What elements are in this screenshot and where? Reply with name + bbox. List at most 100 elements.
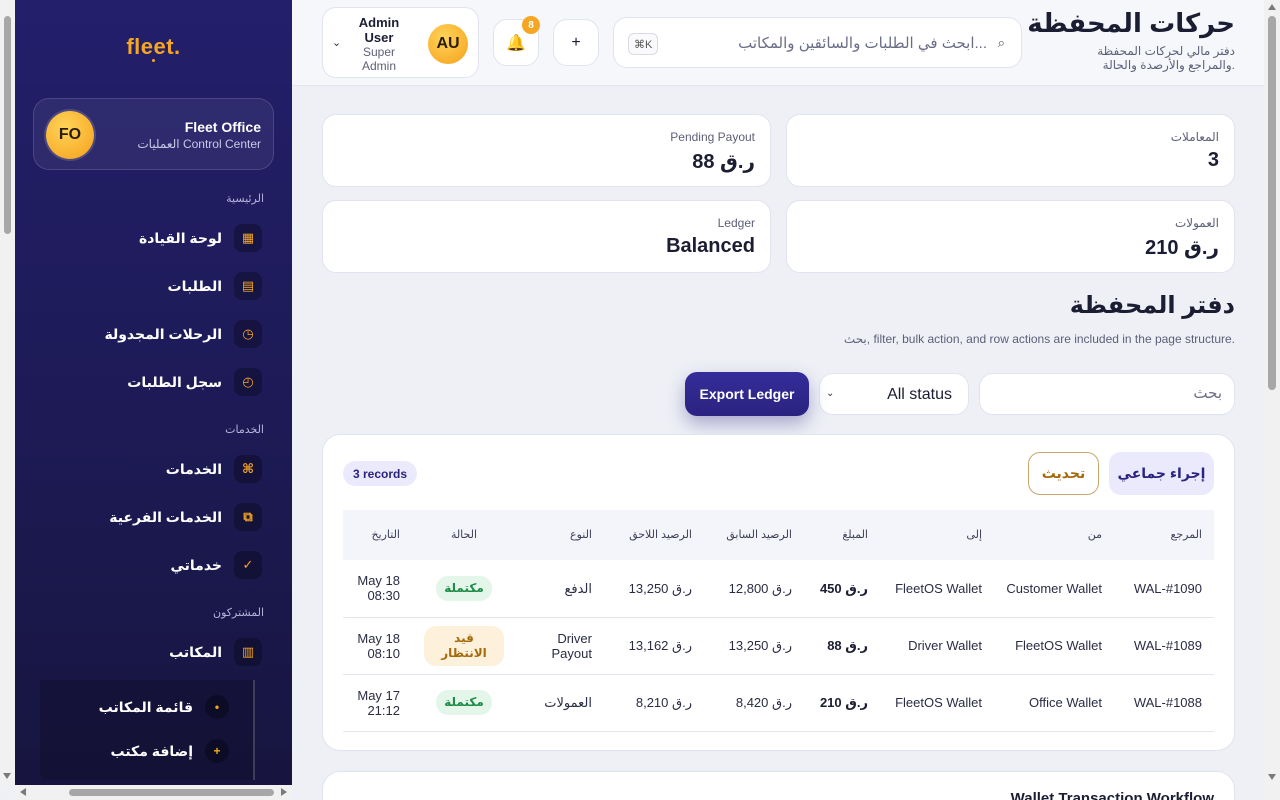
cell-balance-before: ر.ق 13,250: [704, 617, 804, 675]
user-menu[interactable]: AU Admin User Super Admin ⌄: [322, 7, 479, 78]
status-filter-value: All status: [887, 386, 952, 403]
office-switcher[interactable]: FO Fleet Office العمليات Control Center: [33, 98, 274, 170]
bulk-action-button[interactable]: إجراء جماعي: [1109, 452, 1214, 495]
column-header[interactable]: من: [994, 510, 1114, 560]
cell-reference: WAL-#1090: [1114, 560, 1214, 618]
sidebar-subitem-office-list[interactable]: قائمة المكاتب •: [99, 695, 229, 719]
sidebar-subitem-add-office[interactable]: إضافة مكتب +: [111, 739, 229, 763]
copy-icon: ⧉: [234, 503, 262, 531]
sidebar-item-label: الخدمات: [165, 460, 222, 477]
cell-type: Driver Payout: [516, 617, 604, 675]
ledger-table: المرجع من إلى المبلغ الرصيد السابق الرصي…: [343, 510, 1214, 732]
dashboard-icon: ▦: [234, 224, 262, 252]
ledger-title: دفتر المحفظة: [1069, 292, 1235, 319]
column-header[interactable]: الرصيد اللاحق: [604, 510, 704, 560]
workflow-card: Wallet Transaction Workflow: [322, 771, 1235, 800]
sidebar-scroll-thumb[interactable]: [4, 16, 11, 234]
stat-card-ledger: Ledger Balanced: [322, 200, 771, 273]
logo-dot: [152, 59, 155, 62]
export-ledger-button[interactable]: Export Ledger: [685, 372, 809, 416]
add-button[interactable]: +: [553, 19, 599, 66]
scroll-left-arrow[interactable]: [20, 788, 26, 796]
notifications-button[interactable]: 🔔 8: [493, 16, 540, 66]
sidebar-scrollbar[interactable]: [0, 0, 15, 785]
sidebar-item-sub-services[interactable]: الخدمات الفرعية ⧉: [109, 503, 262, 531]
column-header[interactable]: إلى: [880, 510, 994, 560]
column-header[interactable]: التاريخ: [343, 510, 412, 560]
stat-label: المعاملات: [1170, 130, 1219, 144]
cell-balance-after: ر.ق 13,162: [604, 617, 704, 675]
horizontal-scroll-thumb[interactable]: [69, 789, 274, 796]
global-search-input[interactable]: ⌘K ابحث في الطلبات والسائقين والمكاتب...…: [613, 17, 1022, 68]
scroll-down-arrow[interactable]: [3, 773, 11, 779]
status-badge: قيد الانتظار: [424, 625, 504, 666]
section-label-subscribers: المشتركون: [213, 607, 264, 619]
column-header[interactable]: المبلغ: [804, 510, 880, 560]
horizontal-scrollbar[interactable]: [15, 785, 292, 800]
page-scrollbar[interactable]: [1264, 0, 1280, 800]
table-row[interactable]: WAL-#1088 Office Wallet FleetOS Wallet ر…: [343, 674, 1214, 732]
cell-amount: ر.ق 88: [804, 617, 880, 675]
column-header[interactable]: المرجع: [1114, 510, 1214, 560]
cell-from: Office Wallet: [994, 674, 1114, 732]
page-title: حركات المحفظة: [1027, 8, 1235, 38]
ledger-table-card: إجراء جماعي تحديث 3 records المرجع من إل…: [322, 434, 1235, 751]
sidebar-item-orders[interactable]: الطلبات ▤: [168, 272, 262, 300]
main-content: حركات المحفظة دفتر مالي لحركات المحفظة و…: [292, 0, 1264, 800]
refresh-button[interactable]: تحديث: [1028, 452, 1099, 495]
ledger-search-input[interactable]: بحث: [979, 373, 1235, 415]
fleet-logo[interactable]: fleet.: [15, 34, 292, 62]
scroll-right-arrow[interactable]: [281, 788, 287, 796]
table-row[interactable]: WAL-#1090 Customer Wallet FleetOS Wallet…: [343, 560, 1214, 618]
sidebar-item-services[interactable]: الخدمات ⌘: [166, 455, 262, 483]
orders-icon: ▤: [234, 272, 262, 300]
scroll-down-arrow[interactable]: [1268, 774, 1276, 780]
sidebar-item-my-services[interactable]: خدماتي ✓: [170, 551, 262, 579]
sidebar-item-label: الطلبات: [167, 277, 222, 294]
sidebar-item-label: الرحلات المجدولة: [104, 325, 222, 342]
column-header[interactable]: النوع: [516, 510, 604, 560]
column-header[interactable]: الرصيد السابق: [704, 510, 804, 560]
building-icon: ▥: [234, 638, 262, 666]
chevron-down-icon: ⌄: [826, 388, 835, 399]
dot-icon: •: [205, 695, 229, 719]
notification-count-badge: 8: [522, 16, 540, 34]
top-header: حركات المحفظة دفتر مالي لحركات المحفظة و…: [292, 0, 1264, 86]
status-badge: مكتملة: [436, 690, 492, 715]
stat-value: Balanced: [666, 235, 755, 257]
cell-balance-before: ر.ق 12,800: [704, 560, 804, 618]
search-icon: ⌕: [997, 35, 1005, 50]
cell-to: FleetOS Wallet: [880, 560, 994, 618]
cell-balance-after: ر.ق 8,210: [604, 674, 704, 732]
ledger-description: بحث, filter, bulk action, and row action…: [843, 332, 1235, 346]
column-header[interactable]: الحالة: [412, 510, 516, 560]
sidebar-item-offices[interactable]: المكاتب ▥: [169, 638, 262, 666]
section-label-main: الرئيسية: [226, 193, 264, 205]
sidebar-item-order-history[interactable]: سجل الطلبات ◴: [127, 368, 262, 396]
table-header-row: المرجع من إلى المبلغ الرصيد السابق الرصي…: [343, 510, 1214, 560]
check-icon: ✓: [234, 551, 262, 579]
table-row[interactable]: WAL-#1089 FleetOS Wallet Driver Wallet ر…: [343, 617, 1214, 675]
command-icon: ⌘: [234, 455, 262, 483]
page-scroll-thumb[interactable]: [1268, 16, 1276, 390]
scroll-up-arrow[interactable]: [1268, 4, 1276, 10]
sidebar-item-dashboard[interactable]: لوحة القيادة ▦: [139, 224, 262, 252]
cell-amount: ر.ق 210: [804, 674, 880, 732]
stat-label: Ledger: [717, 216, 755, 230]
cell-amount: ر.ق 450: [804, 560, 880, 618]
workflow-title: Wallet Transaction Workflow: [1010, 790, 1214, 800]
cell-date: May 17 21:12: [343, 674, 412, 732]
stat-value: ر.ق 210: [1145, 237, 1219, 259]
sidebar-item-scheduled-trips[interactable]: الرحلات المجدولة ◷: [104, 320, 262, 348]
cell-status: مكتملة: [412, 560, 516, 618]
office-subtitle: العمليات Control Center: [137, 137, 261, 151]
stat-card-pending-payout: Pending Payout ر.ق 88: [322, 114, 771, 187]
cell-to: FleetOS Wallet: [880, 674, 994, 732]
sidebar-item-label: سجل الطلبات: [127, 373, 222, 390]
sidebar-item-label: لوحة القيادة: [138, 229, 222, 246]
clock-icon: ◷: [234, 320, 262, 348]
sidebar-item-label: خدماتي: [170, 556, 222, 573]
sidebar: fleet. FO Fleet Office العمليات Control …: [15, 0, 292, 785]
status-filter-select[interactable]: All status ⌄: [819, 373, 969, 415]
plus-icon: +: [571, 33, 581, 51]
